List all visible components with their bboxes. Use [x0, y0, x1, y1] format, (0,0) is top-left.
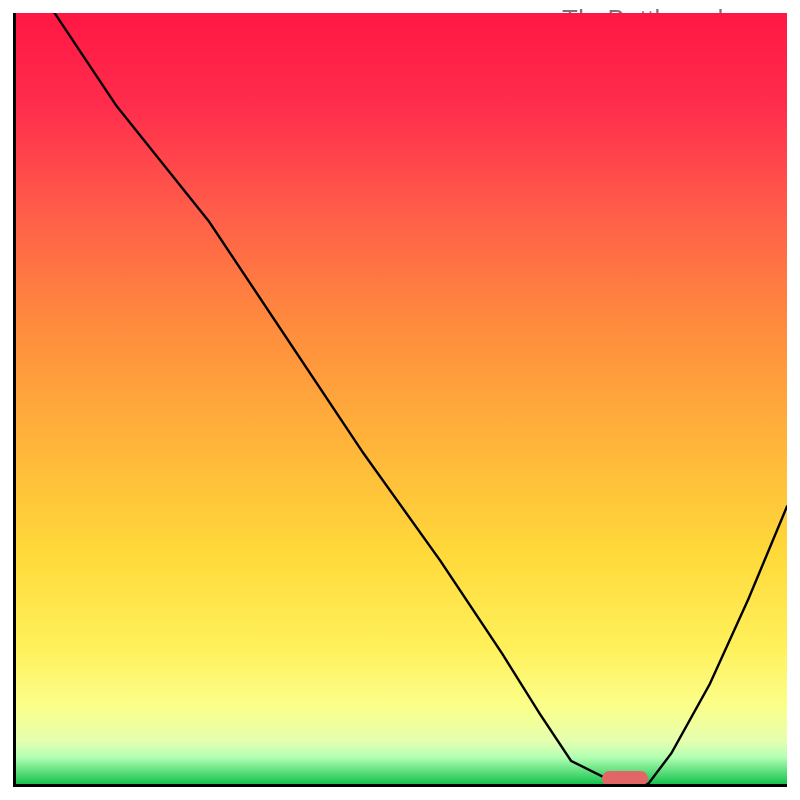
plot-area [13, 13, 787, 787]
curve-path [16, 13, 787, 784]
line-series [16, 13, 787, 784]
chart-container: TheBottleneck.com [0, 0, 800, 800]
optimum-marker [602, 771, 648, 786]
